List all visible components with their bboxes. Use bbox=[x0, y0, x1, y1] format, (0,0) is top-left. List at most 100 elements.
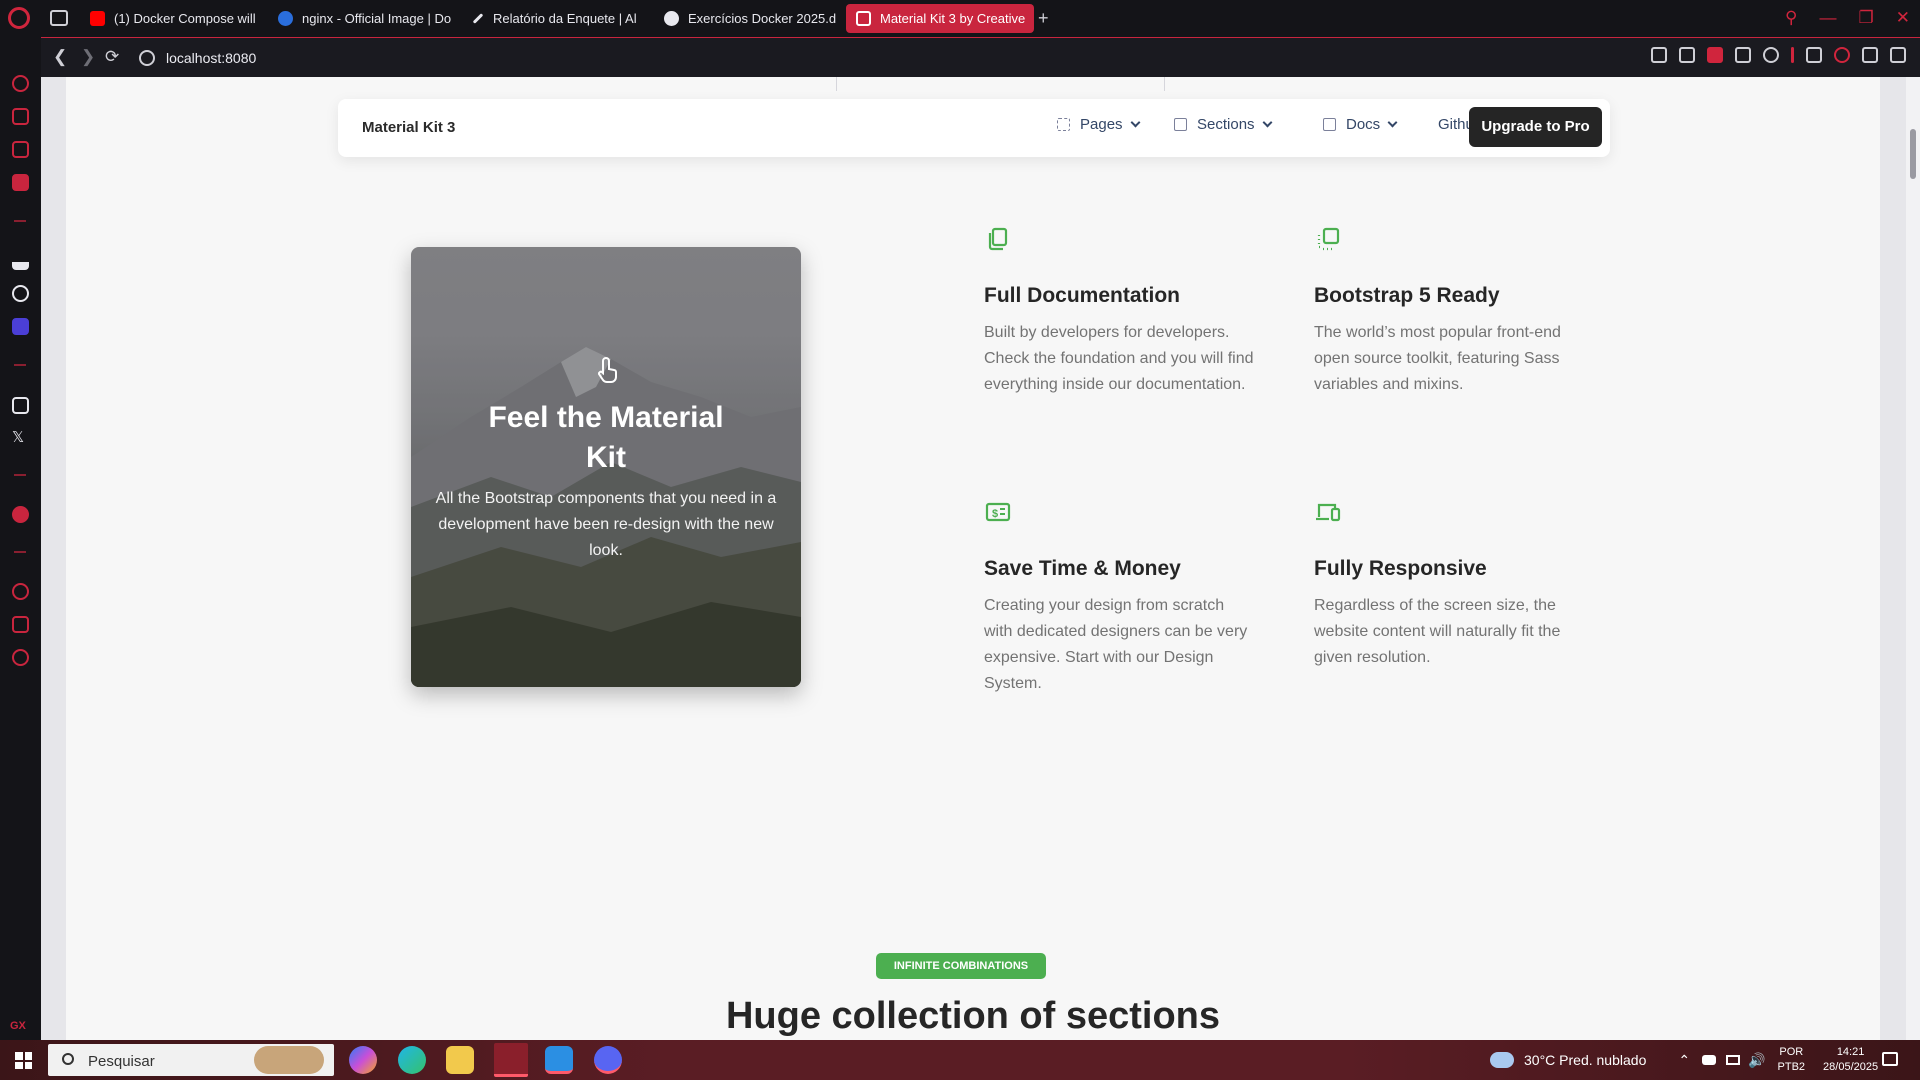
opera-logo-icon[interactable] bbox=[8, 7, 30, 29]
extensions-sidebar-icon[interactable] bbox=[12, 616, 29, 633]
search-placeholder: Pesquisar bbox=[88, 1053, 155, 1070]
touch-app-icon bbox=[598, 357, 617, 383]
reload-icon[interactable]: ⟳ bbox=[105, 47, 119, 67]
nav-pages[interactable]: Pages bbox=[1057, 116, 1140, 133]
sidebar-divider bbox=[14, 474, 26, 476]
gx-icon[interactable]: GX bbox=[10, 1020, 26, 1032]
scrollbar-thumb[interactable] bbox=[1910, 129, 1916, 179]
feature-description: Creating your design from scratch with d… bbox=[984, 597, 1248, 692]
restore-icon[interactable]: ❐ bbox=[1859, 8, 1874, 28]
section-title: Huge collection of sections bbox=[725, 995, 1221, 1037]
x-twitter-icon[interactable]: 𝕏 bbox=[12, 429, 29, 447]
address-bar: ❮ ❯ ⟳ localhost:8080 bbox=[41, 37, 1920, 77]
opera-gx-app-icon[interactable] bbox=[494, 1043, 528, 1077]
browser-toolbar bbox=[1651, 47, 1906, 63]
shield-icon[interactable] bbox=[1707, 47, 1723, 63]
back-icon[interactable]: ❮ bbox=[53, 47, 67, 67]
chevron-down-icon bbox=[1262, 117, 1272, 128]
minimize-icon[interactable]: — bbox=[1820, 8, 1837, 28]
new-tab-button[interactable]: + bbox=[1038, 9, 1049, 27]
aria-icon[interactable] bbox=[12, 253, 29, 270]
snapshot-icon[interactable] bbox=[1679, 47, 1695, 63]
teams-icon[interactable] bbox=[12, 397, 29, 414]
settings-icon[interactable] bbox=[12, 649, 29, 666]
chatgpt-icon[interactable] bbox=[12, 285, 29, 302]
windows-taskbar: Pesquisar 30°C Pred. nublado ⌃ 🔊 POR PTB… bbox=[0, 1040, 1920, 1080]
search-tabs-icon[interactable]: ⚲ bbox=[1785, 8, 1797, 28]
feature-fully-responsive: Fully Responsive Regardless of the scree… bbox=[1314, 498, 1584, 671]
sidebar-divider bbox=[14, 220, 26, 222]
tab-docker-compose[interactable]: (1) Docker Compose will B bbox=[80, 4, 258, 33]
feel-material-kit-card: Feel the Material Kit All the Bootstrap … bbox=[411, 247, 801, 687]
discord-tray-icon[interactable] bbox=[1702, 1055, 1717, 1065]
notifications-icon[interactable] bbox=[1882, 1052, 1898, 1066]
material-kit-favicon-icon bbox=[856, 11, 871, 26]
nav-docs-label: Docs bbox=[1346, 116, 1381, 133]
nav-sections[interactable]: Sections bbox=[1174, 116, 1272, 133]
card-description: All the Bootstrap components that you ne… bbox=[435, 490, 777, 559]
feature-description: The world’s most popular front-end open … bbox=[1314, 324, 1561, 393]
tab-material-kit[interactable]: Material Kit 3 by Creative bbox=[846, 4, 1034, 33]
language-label: POR bbox=[1779, 1046, 1804, 1058]
keyboard-label: PTB2 bbox=[1777, 1061, 1806, 1073]
menu-icon[interactable] bbox=[1890, 47, 1906, 63]
tab-label: (1) Docker Compose will B bbox=[114, 11, 258, 26]
pin-icon[interactable] bbox=[1651, 47, 1667, 63]
gx-corner-icon[interactable] bbox=[12, 108, 29, 125]
tab-exercicios[interactable]: Exercícios Docker 2025.d bbox=[654, 4, 838, 33]
gx-control-icon[interactable] bbox=[12, 75, 29, 92]
article-icon bbox=[1323, 118, 1336, 131]
copilot-icon[interactable] bbox=[12, 318, 29, 335]
edge-app-icon[interactable] bbox=[398, 1046, 426, 1074]
brand-link[interactable]: Material Kit 3 bbox=[362, 119, 455, 136]
nav-docs[interactable]: Docs bbox=[1323, 116, 1398, 133]
copilot-app-icon[interactable] bbox=[349, 1046, 377, 1074]
chevron-up-icon[interactable]: ⌃ bbox=[1678, 1052, 1690, 1069]
taskbar-search[interactable]: Pesquisar bbox=[48, 1044, 334, 1076]
spotify-icon[interactable] bbox=[12, 506, 29, 523]
volume-icon[interactable]: 🔊 bbox=[1748, 1052, 1765, 1069]
window-controls: ⚲ — ❐ ✕ bbox=[1785, 8, 1910, 28]
discord-app-icon[interactable] bbox=[594, 1046, 622, 1074]
windows-start-icon[interactable] bbox=[15, 1052, 32, 1069]
chevron-down-icon bbox=[1387, 117, 1398, 128]
hero-divider bbox=[1164, 77, 1165, 91]
tab-label: Exercícios Docker 2025.d bbox=[688, 11, 837, 26]
tab-nginx[interactable]: nginx - Official Image | Do bbox=[268, 4, 454, 33]
weather-text[interactable]: 30°C Pred. nublado bbox=[1524, 1052, 1646, 1068]
downloads-icon[interactable] bbox=[1862, 47, 1878, 63]
close-icon[interactable]: ✕ bbox=[1896, 8, 1910, 28]
svg-text:$: $ bbox=[992, 508, 998, 520]
page-viewport: Material Kit 3 Pages Sections Docs Githu… bbox=[41, 77, 1906, 1040]
page-scrollbar[interactable] bbox=[1906, 77, 1920, 1040]
upgrade-to-pro-button[interactable]: Upgrade to Pro bbox=[1469, 107, 1602, 147]
vscode-app-icon[interactable] bbox=[545, 1046, 573, 1074]
feature-title: Save Time & Money bbox=[984, 557, 1181, 580]
system-tray: 30°C Pred. nublado ⌃ 🔊 POR PTB2 14:21 28… bbox=[1490, 1040, 1878, 1080]
separator-icon bbox=[1791, 47, 1794, 63]
site-navbar: Material Kit 3 Pages Sections Docs Githu… bbox=[338, 99, 1610, 157]
heart-icon[interactable] bbox=[1763, 47, 1779, 63]
twitch-icon[interactable] bbox=[12, 141, 29, 158]
search-highlight-image bbox=[254, 1046, 324, 1074]
tab-label: Relatório da Enquete | Al bbox=[493, 11, 637, 26]
clock[interactable]: 14:21 28/05/2025 bbox=[1823, 1045, 1878, 1075]
url-field[interactable]: localhost:8080 bbox=[166, 50, 256, 66]
sidebar-divider bbox=[14, 364, 26, 366]
language-indicator[interactable]: POR PTB2 bbox=[1778, 1045, 1806, 1075]
tab-islands-icon[interactable] bbox=[50, 10, 68, 26]
player-icon[interactable] bbox=[1735, 47, 1751, 63]
nav-sections-label: Sections bbox=[1197, 116, 1255, 133]
site-info-icon[interactable] bbox=[139, 50, 155, 66]
profile-icon[interactable] bbox=[1834, 47, 1850, 63]
tab-relatorio[interactable]: Relatório da Enquete | Al bbox=[462, 4, 646, 33]
file-explorer-icon[interactable] bbox=[446, 1046, 474, 1074]
network-icon[interactable] bbox=[1726, 1055, 1741, 1065]
cloudy-weather-icon[interactable] bbox=[1490, 1052, 1514, 1068]
browser-tab-bar: (1) Docker Compose will B nginx - Offici… bbox=[0, 0, 1920, 37]
forward-icon[interactable]: ❯ bbox=[81, 47, 95, 67]
extensions-icon[interactable] bbox=[1806, 47, 1822, 63]
gmail-icon[interactable] bbox=[12, 174, 29, 191]
view-day-icon bbox=[1174, 118, 1187, 131]
history-icon[interactable] bbox=[12, 583, 29, 600]
